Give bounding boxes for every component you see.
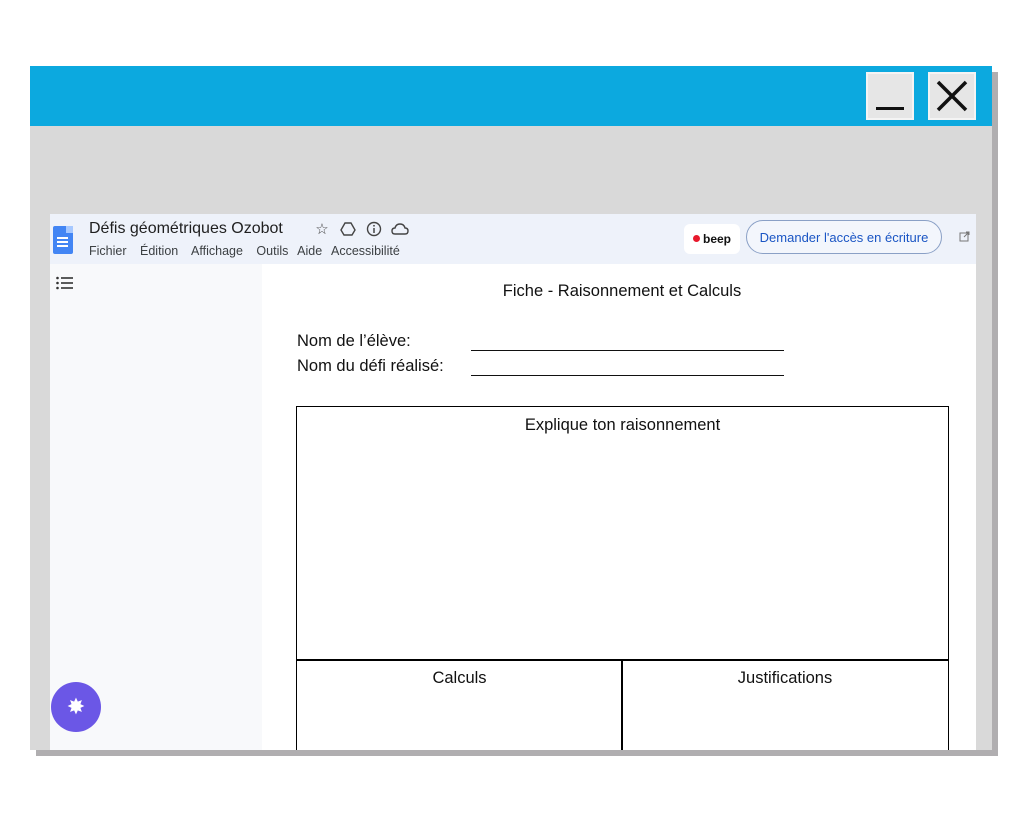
window-titlebar[interactable] <box>30 66 992 126</box>
menu-aide[interactable]: Aide <box>297 244 322 258</box>
request-edit-access-button[interactable]: Demander l'accès en écriture <box>746 220 942 254</box>
menu-affichage[interactable]: Affichage <box>191 244 243 258</box>
star-icon[interactable]: ☆ <box>313 221 331 239</box>
title-icons: ☆ <box>313 221 409 239</box>
docs-header: Défis géométriques Ozobot ☆ Fichier Édit… <box>50 214 976 264</box>
justifications-box[interactable]: Justifications <box>621 659 949 750</box>
cloud-status-icon[interactable] <box>391 221 409 239</box>
docs-logo-icon[interactable] <box>53 226 73 254</box>
minimize-icon <box>876 107 904 110</box>
beep-button[interactable]: beep <box>684 224 740 254</box>
info-icon[interactable] <box>365 221 383 239</box>
sheet-title: Fiche - Raisonnement et Calculs <box>502 282 742 300</box>
open-external-icon[interactable] <box>959 231 970 245</box>
accessibility-fab-button[interactable]: ✸ <box>51 682 101 732</box>
document-title[interactable]: Défis géométriques Ozobot <box>89 220 283 238</box>
minimize-button[interactable] <box>866 72 914 120</box>
challenge-name-label: Nom du défi réalisé: <box>297 357 444 375</box>
document-page[interactable]: Fiche - Raisonnement et Calculs Nom de l… <box>262 264 976 750</box>
close-icon <box>936 80 968 112</box>
beep-label: beep <box>702 232 731 246</box>
google-docs-view: Défis géométriques Ozobot ☆ Fichier Édit… <box>50 214 976 750</box>
move-to-drive-icon[interactable] <box>339 221 357 239</box>
beep-dot-icon <box>692 235 700 242</box>
menu-accessibilite[interactable]: Accessibilité <box>331 244 400 258</box>
menu-fichier[interactable]: Fichier <box>89 244 127 258</box>
student-name-line <box>471 350 784 351</box>
sparkle-icon: ✸ <box>66 694 86 719</box>
reasoning-label: Explique ton raisonnement <box>524 416 721 434</box>
menu-outils[interactable]: Outils <box>256 244 288 258</box>
student-name-label: Nom de l’élève: <box>297 332 411 350</box>
menu-edition[interactable]: Édition <box>140 244 178 258</box>
justifications-label: Justifications <box>737 669 833 687</box>
challenge-name-line <box>471 375 784 376</box>
document-outline-icon[interactable] <box>56 276 74 295</box>
reasoning-box[interactable]: Explique ton raisonnement <box>296 406 949 661</box>
app-window: Défis géométriques Ozobot ☆ Fichier Édit… <box>30 66 992 750</box>
menu-bar: Fichier Édition Affichage Outils Aide Ac… <box>89 244 410 258</box>
close-button[interactable] <box>928 72 976 120</box>
outline-sidebar: ✸ <box>50 264 263 750</box>
calculations-box[interactable]: Calculs <box>296 659 623 750</box>
calculations-label: Calculs <box>432 669 487 687</box>
